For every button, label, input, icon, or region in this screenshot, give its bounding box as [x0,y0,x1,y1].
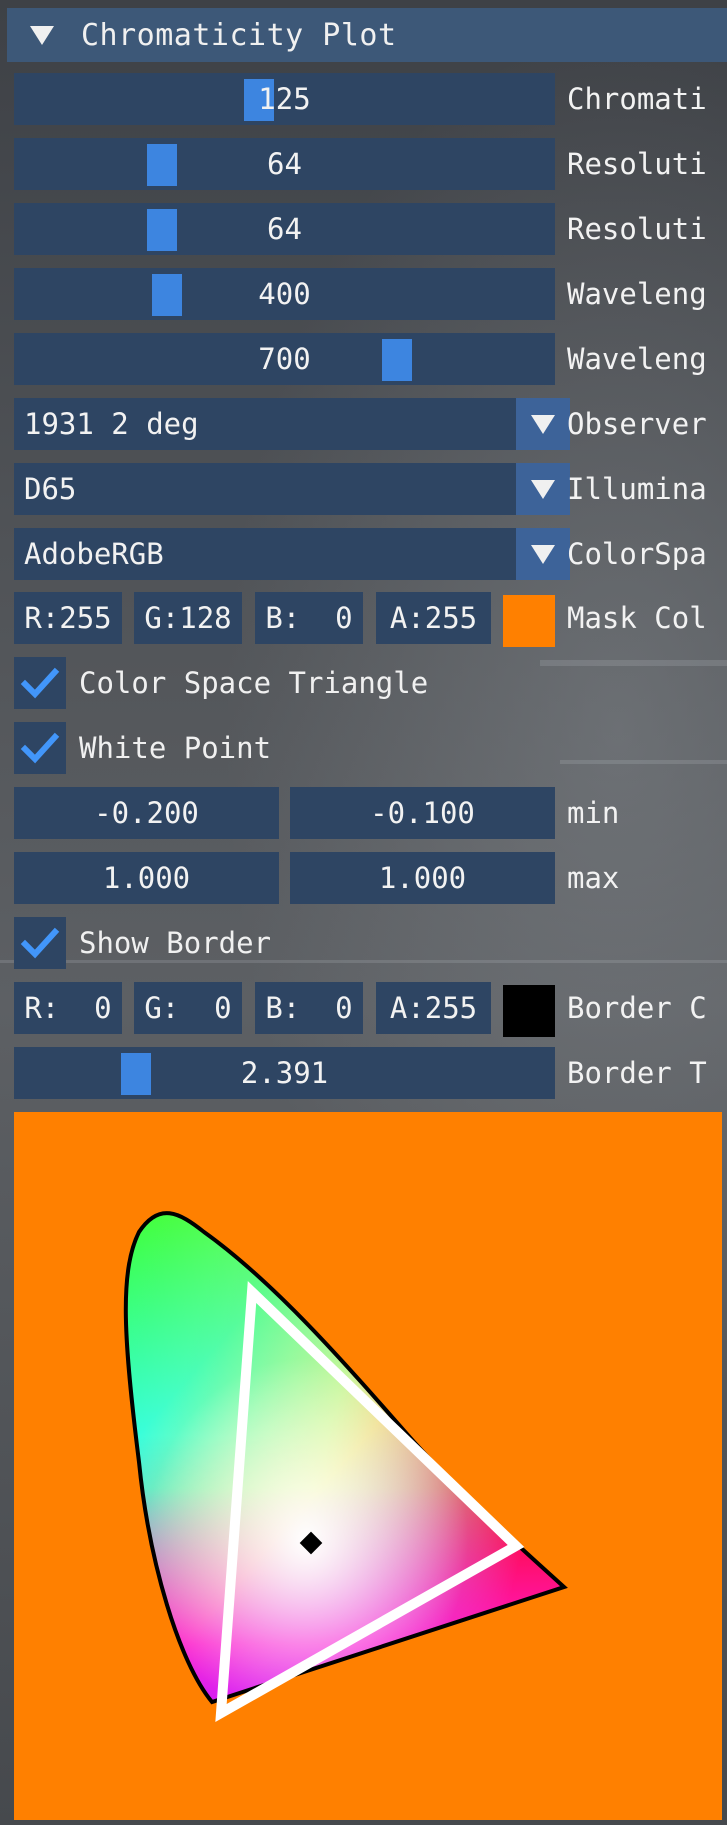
slider-value: 125 [258,82,311,116]
field-value: -0.200 [94,796,199,830]
field-value: A:255 [389,601,478,635]
combo-label: ColorSpa [567,537,707,571]
field-value: B: 0 [265,601,353,635]
combo-value: D65 [24,472,77,506]
illuminant-combo[interactable]: D65 [14,463,570,515]
color-label: Mask Col [567,601,707,635]
range-label: min [567,796,620,830]
min-y-field[interactable]: -0.100 [290,787,555,839]
chevron-down-icon [531,545,555,564]
color-label: Border C [567,991,707,1025]
mask-g-field[interactable]: G:128 [134,592,242,644]
combo-arrow-button[interactable] [516,528,570,580]
checkbox-label: White Point [79,731,272,765]
border-g-field[interactable]: G: 0 [134,982,242,1034]
chromaticity-size-slider[interactable]: 125 [14,73,555,125]
field-value: B: 0 [265,991,353,1025]
mask-b-field[interactable]: B: 0 [255,592,363,644]
checkmark-icon [20,667,60,699]
show-border-checkbox[interactable] [14,917,66,969]
field-value: -0.100 [370,796,475,830]
combo-arrow-button[interactable] [516,463,570,515]
mask-color-swatch[interactable] [503,595,555,647]
chromaticity-diagram-image [14,1112,722,1820]
slider-label: Waveleng [567,277,707,311]
slider-value: 400 [258,277,311,311]
combo-label: Illumina [567,472,707,506]
mask-r-field[interactable]: R:255 [14,592,122,644]
chromaticity-diagram-svg [14,1112,722,1820]
max-x-field[interactable]: 1.000 [14,852,279,904]
slider-label: Resoluti [567,147,707,181]
combo-arrow-button[interactable] [516,398,570,450]
checkbox-label: Color Space Triangle [79,666,429,700]
checkmark-icon [20,732,60,764]
field-value: G:128 [144,601,232,635]
header-title: Chromaticity Plot [81,17,397,53]
checkbox-label: Show Border [79,926,272,960]
slider-label: Border T [567,1056,707,1090]
chevron-down-icon [531,415,555,434]
combo-value: AdobeRGB [24,537,164,571]
border-r-field[interactable]: R: 0 [14,982,122,1034]
resolution-x-slider[interactable]: 64 [14,138,555,190]
triangle-checkbox[interactable] [14,657,66,709]
border-b-field[interactable]: B: 0 [255,982,363,1034]
min-x-field[interactable]: -0.200 [14,787,279,839]
slider-value: 2.391 [240,1056,329,1090]
field-value: A:255 [389,991,478,1025]
chromaticity-panel: Chromaticity Plot 125 Chromati 64 Resolu… [0,0,727,1825]
chevron-down-icon [531,480,555,499]
resolution-y-slider[interactable]: 64 [14,203,555,255]
field-value: R: 0 [24,991,112,1025]
slider-value: 64 [267,147,302,181]
collapse-triangle-icon[interactable] [29,24,57,46]
mask-a-field[interactable]: A:255 [376,592,491,644]
wavelength-min-slider[interactable]: 400 [14,268,555,320]
range-label: max [567,861,620,895]
field-value: R:255 [24,601,112,635]
border-a-field[interactable]: A:255 [376,982,491,1034]
combo-label: Observer [567,407,707,441]
checkmark-icon [20,927,60,959]
border-color-swatch[interactable] [503,985,555,1037]
slider-value: 64 [267,212,302,246]
slider-value: 700 [258,342,311,376]
combo-value: 1931 2 deg [24,407,199,441]
wavelength-max-slider[interactable]: 700 [14,333,555,385]
collapsing-header[interactable]: Chromaticity Plot [7,8,727,62]
slider-label: Resoluti [567,212,707,246]
white-point-checkbox[interactable] [14,722,66,774]
field-value: 1.000 [378,861,467,895]
field-value: G: 0 [144,991,232,1025]
slider-label: Waveleng [567,342,707,376]
max-y-field[interactable]: 1.000 [290,852,555,904]
observer-combo[interactable]: 1931 2 deg [14,398,570,450]
colorspace-combo[interactable]: AdobeRGB [14,528,570,580]
border-thickness-slider[interactable]: 2.391 [14,1047,555,1099]
field-value: 1.000 [102,861,191,895]
slider-label: Chromati [567,82,707,116]
